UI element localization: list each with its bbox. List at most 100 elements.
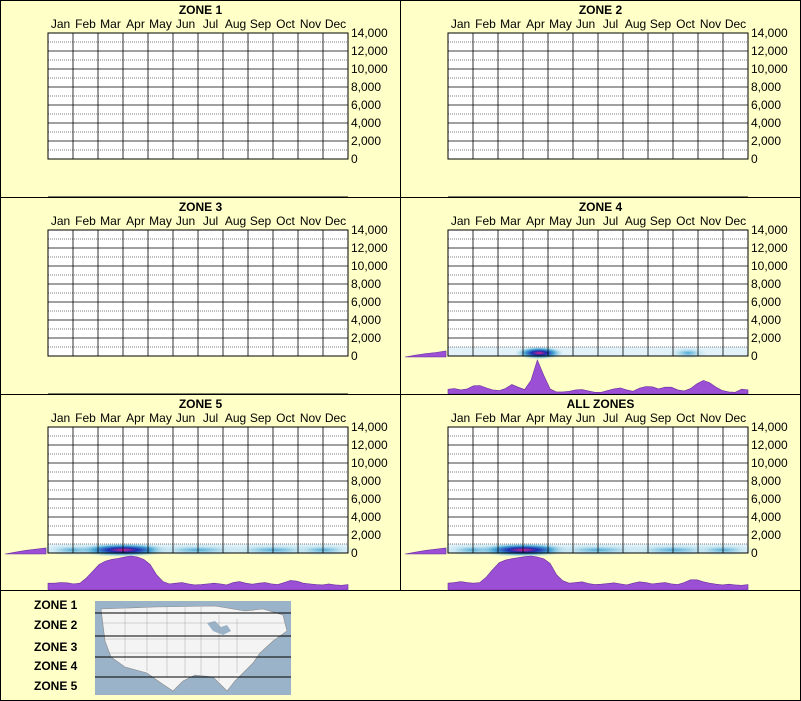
month-label: Jun	[576, 214, 595, 228]
y-tick-label: 14,000	[351, 26, 388, 40]
month-label: Sep	[650, 214, 672, 228]
month-label: Jan	[451, 411, 470, 425]
y-tick-label: 2,000	[751, 528, 781, 542]
month-label: Sep	[250, 214, 272, 228]
month-label: Sep	[650, 17, 672, 31]
y-tick-label: 6,000	[751, 295, 781, 309]
zone-charts-page: Jan Feb Mar Apr May Jun Jul Aug Sep Oct Nov Dec 14,0…	[0, 0, 801, 701]
y-tick-label: 12,000	[751, 241, 788, 255]
month-label: Apr	[526, 411, 545, 425]
y-tick-label: 12,000	[751, 438, 788, 452]
month-label: Dec	[325, 17, 346, 31]
month-label: Mar	[500, 411, 521, 425]
y-tick-label: 10,000	[351, 259, 388, 273]
month-label: Nov	[700, 411, 721, 425]
heat-spot	[668, 347, 708, 359]
altitude-profile	[404, 547, 447, 555]
month-label: Jun	[576, 411, 595, 425]
month-label: May	[549, 17, 572, 31]
zone-label-3: ZONE 3	[34, 640, 78, 654]
month-label: Aug	[225, 214, 246, 228]
month-label: Oct	[676, 411, 695, 425]
y-tick-label: 10,000	[751, 62, 788, 76]
month-label: Feb	[475, 17, 496, 31]
month-label: Mar	[100, 17, 121, 31]
y-tick-label: 8,000	[751, 80, 781, 94]
month-label: Nov	[700, 214, 721, 228]
y-tick-label: 14,000	[351, 420, 388, 434]
chart-svg: Jan Feb Mar Apr May Jun Jul Aug Sep Oct Nov Dec 14,0…	[47, 17, 388, 198]
y-tick-label: 4,000	[351, 510, 381, 524]
month-label: Oct	[676, 214, 695, 228]
y-tick-label: 0	[351, 152, 358, 166]
month-label: Nov	[300, 411, 321, 425]
y-tick-label: 4,000	[751, 510, 781, 524]
month-label: Nov	[300, 214, 321, 228]
month-label: Apr	[126, 411, 145, 425]
month-label: Jan	[451, 17, 470, 31]
month-label: Aug	[225, 17, 246, 31]
y-tick-label: 2,000	[351, 331, 381, 345]
month-label: Jul	[603, 214, 618, 228]
chart-title: ZONE 2	[578, 3, 623, 17]
month-label: Jun	[176, 17, 195, 31]
month-label: Jan	[51, 411, 70, 425]
month-label: Aug	[625, 214, 646, 228]
month-label: Aug	[225, 411, 246, 425]
chart-svg: Jan Feb Mar Apr May Jun Jul Aug Sep Oct Nov Dec 14,0…	[4, 411, 388, 591]
month-label: May	[549, 214, 572, 228]
chart-title: ZONE 4	[578, 200, 623, 214]
y-tick-label: 8,000	[751, 277, 781, 291]
y-tick-label: 2,000	[751, 134, 781, 148]
month-label: Jul	[203, 214, 218, 228]
y-tick-label: 8,000	[751, 474, 781, 488]
month-label: Jul	[203, 411, 218, 425]
month-label: Sep	[250, 411, 272, 425]
y-tick-label: 8,000	[351, 277, 381, 291]
y-tick-label: 6,000	[351, 492, 381, 506]
y-tick-label: 14,000	[751, 420, 788, 434]
month-label: Dec	[325, 214, 346, 228]
zone-label-1: ZONE 1	[34, 598, 78, 612]
month-label: Jun	[176, 214, 195, 228]
chart-svg: Jan Feb Mar Apr May Jun Jul Aug Sep Oct Nov Dec 14,0…	[404, 411, 788, 591]
y-tick-label: 6,000	[751, 492, 781, 506]
y-tick-label: 12,000	[351, 241, 388, 255]
month-label: Apr	[526, 17, 545, 31]
month-label: Dec	[725, 411, 746, 425]
month-label: Aug	[625, 17, 646, 31]
y-tick-label: 14,000	[351, 223, 388, 237]
zone-chart-panel: Jan Feb Mar Apr May Jun Jul Aug Sep Oct Nov Dec 14,0…	[400, 0, 801, 198]
month-label: Feb	[475, 411, 496, 425]
zone-chart-panel: Jan Feb Mar Apr May Jun Jul Aug Sep Oct Nov Dec 14,0…	[0, 394, 401, 591]
chart-title: ZONE 1	[178, 3, 223, 17]
month-label: Feb	[475, 214, 496, 228]
y-tick-label: 0	[351, 546, 358, 560]
month-label: Oct	[276, 411, 295, 425]
month-label: Feb	[75, 214, 96, 228]
month-label: Feb	[75, 17, 96, 31]
month-label: Sep	[250, 17, 272, 31]
y-tick-label: 12,000	[751, 44, 788, 58]
y-tick-label: 10,000	[351, 456, 388, 470]
y-tick-label: 2,000	[351, 528, 381, 542]
month-label: Jun	[176, 411, 195, 425]
y-tick-label: 2,000	[351, 134, 381, 148]
y-tick-label: 4,000	[751, 116, 781, 130]
chart-title: ZONE 3	[178, 200, 223, 214]
y-tick-label: 4,000	[751, 313, 781, 327]
month-label: Oct	[276, 214, 295, 228]
zone-chart-panel: Jan Feb Mar Apr May Jun Jul Aug Sep Oct Nov Dec 14,0…	[0, 197, 401, 395]
y-tick-label: 0	[751, 152, 758, 166]
month-label: Dec	[325, 411, 346, 425]
zone-label-2: ZONE 2	[34, 618, 78, 632]
month-label: Apr	[126, 17, 145, 31]
month-label: Jan	[451, 214, 470, 228]
month-label: Sep	[650, 411, 672, 425]
altitude-profile	[4, 547, 47, 555]
month-label: Aug	[625, 411, 646, 425]
y-tick-label: 8,000	[351, 474, 381, 488]
chart-title: ZONE 5	[178, 397, 223, 411]
monthly-profile	[447, 359, 749, 395]
month-label: Mar	[500, 17, 521, 31]
